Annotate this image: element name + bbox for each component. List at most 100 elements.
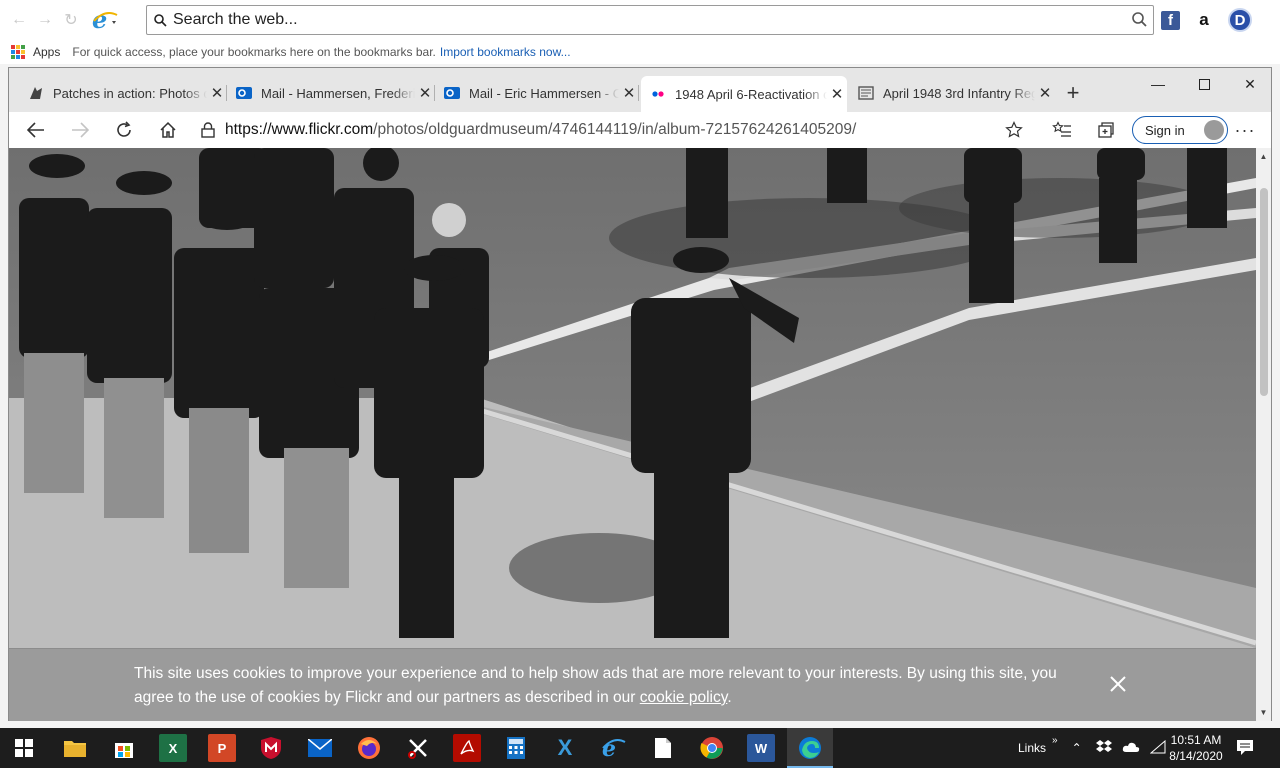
acrobat-icon[interactable] [453,734,481,762]
clock-date: 8/14/2020 [1169,749,1223,763]
refresh-button[interactable] [109,116,139,144]
amazon-extension-icon[interactable]: a [1193,9,1215,31]
dropbox-icon[interactable] [1095,739,1112,757]
new-tab-button[interactable]: + [1061,80,1085,106]
tab-patches[interactable]: Patches in action: Photos o ✕ [19,78,227,108]
flickr-icon [649,85,667,103]
maximize-button[interactable] [1181,70,1227,98]
notepad-icon[interactable] [649,734,677,762]
favorites-list-icon[interactable] [1047,116,1077,144]
close-window-button[interactable]: ✕ [1227,70,1273,98]
store-icon[interactable] [110,734,138,762]
windows-taskbar: X P X e W Links » ⌃ 10:51 AM 8/14/2020 [0,728,1280,768]
bookmarks-bar: Apps For quick access, place your bookma… [0,40,1280,64]
close-icon[interactable]: ✕ [207,84,227,102]
close-icon[interactable]: ✕ [619,84,639,102]
edge-icon[interactable] [796,734,824,762]
tray-overflow-icon[interactable]: ⌃ [1072,741,1082,755]
snipping-tool-icon[interactable] [404,734,432,762]
file-explorer-icon[interactable] [61,734,89,762]
patch-icon [27,84,45,102]
cookie-banner: This site uses cookies to improve your e… [9,649,1256,721]
close-icon[interactable]: ✕ [1035,84,1055,102]
links-toolbar-label[interactable]: Links [1018,741,1046,755]
address-bar: https://www.flickr.com/photos/oldguardmu… [9,112,1271,148]
ie-logo-icon[interactable]: e [88,5,122,35]
tab-april-1948[interactable]: April 1948 3rd Infantry Reg ✕ [849,78,1055,108]
close-icon [1110,676,1126,692]
powerpoint-icon[interactable]: P [208,734,236,762]
tab-strip: Patches in action: Photos o ✕ Mail - Ham… [9,68,1271,112]
collections-icon[interactable] [1091,116,1121,144]
favorite-star-icon[interactable] [999,116,1029,144]
excel-icon[interactable]: X [159,734,187,762]
tab-flickr-reactivation[interactable]: 1948 April 6-Reactivation o ✕ [641,76,847,112]
cookie-text: This site uses cookies to improve your e… [134,665,1057,706]
tab-title: Mail - Eric Hammersen - O [469,85,619,101]
search-submit-icon[interactable] [1131,11,1147,27]
minimize-button[interactable]: — [1135,70,1181,98]
windows-start-icon[interactable] [10,734,38,762]
tab-mail-frederick[interactable]: Mail - Hammersen, Frederi ✕ [227,78,435,108]
outlook-icon [235,84,253,102]
tab-mail-eric[interactable]: Mail - Eric Hammersen - O ✕ [435,78,639,108]
tab-title: April 1948 3rd Infantry Reg [883,85,1035,101]
close-icon[interactable]: ✕ [827,85,847,103]
clock[interactable]: 10:51 AM 8/14/2020 [1168,732,1224,764]
word-icon[interactable]: W [747,734,775,762]
home-button[interactable] [153,116,183,144]
cookie-close-button[interactable] [1109,671,1127,697]
facebook-extension-icon[interactable]: f [1161,11,1180,30]
mcafee-icon[interactable] [257,734,285,762]
edge-browser-window: Patches in action: Photos o ✕ Mail - Ham… [8,67,1272,721]
apps-grid-icon [11,45,25,59]
search-placeholder: Search the web... [173,11,298,28]
chevron-icon[interactable]: » [1052,735,1058,746]
tab-title: 1948 April 6-Reactivation o [675,86,827,102]
cookie-policy-link[interactable]: cookie policy [640,689,728,706]
outer-refresh-button[interactable]: ↻ [58,7,84,33]
flickr-photo[interactable] [9,148,1256,648]
outer-search-input[interactable]: Search the web... [146,5,1154,35]
forward-button[interactable] [65,116,95,144]
notification-center-icon[interactable] [1236,738,1256,758]
calculator-icon[interactable] [502,734,530,762]
user-avatar-icon [1204,120,1224,140]
firefox-icon[interactable] [355,734,383,762]
profile-avatar-icon[interactable]: D [1228,8,1252,32]
scroll-up-arrow-icon[interactable]: ▲ [1256,152,1271,161]
wifi-icon[interactable] [1149,739,1166,757]
bookmarks-hint: For quick access, place your bookmarks h… [72,45,436,59]
tab-title: Mail - Hammersen, Frederi [261,85,415,101]
sign-in-button[interactable]: Sign in [1132,116,1228,144]
clock-time: 10:51 AM [1170,733,1222,747]
outer-back-button[interactable]: ← [6,7,32,33]
lock-icon [201,122,215,138]
cookie-text-end: . [727,689,732,706]
url-host: https://www.flickr.com [225,121,374,138]
scroll-down-arrow-icon[interactable]: ▼ [1256,708,1271,717]
page-content: This site uses cookies to improve your e… [9,148,1256,721]
apps-shortcut[interactable]: Apps [33,45,60,59]
mail-icon[interactable] [306,734,334,762]
more-options-icon[interactable]: ··· [1230,116,1260,144]
outer-forward-button[interactable]: → [32,7,58,33]
url-path: /photos/oldguardmuseum/4746144119/in/alb… [373,121,857,138]
outlook-icon [443,84,461,102]
sign-in-label: Sign in [1145,122,1185,138]
tab-title: Patches in action: Photos o [53,85,207,101]
home-icon [160,121,176,138]
refresh-icon [117,121,131,137]
newspaper-icon [857,84,875,102]
system-tray: Links » ⌃ [1010,728,1166,768]
vertical-scrollbar[interactable]: ▲ ▼ [1256,148,1271,721]
import-bookmarks-link[interactable]: Import bookmarks now... [440,45,571,59]
onedrive-icon[interactable] [1122,741,1140,756]
xmind-icon[interactable]: X [551,734,579,762]
close-icon[interactable]: ✕ [415,84,435,102]
scrollbar-thumb[interactable] [1260,188,1268,396]
url-input[interactable]: https://www.flickr.com/photos/oldguardmu… [201,116,1043,144]
chrome-icon[interactable] [698,734,726,762]
back-button[interactable] [21,116,51,144]
internet-explorer-icon[interactable]: e [600,734,628,762]
